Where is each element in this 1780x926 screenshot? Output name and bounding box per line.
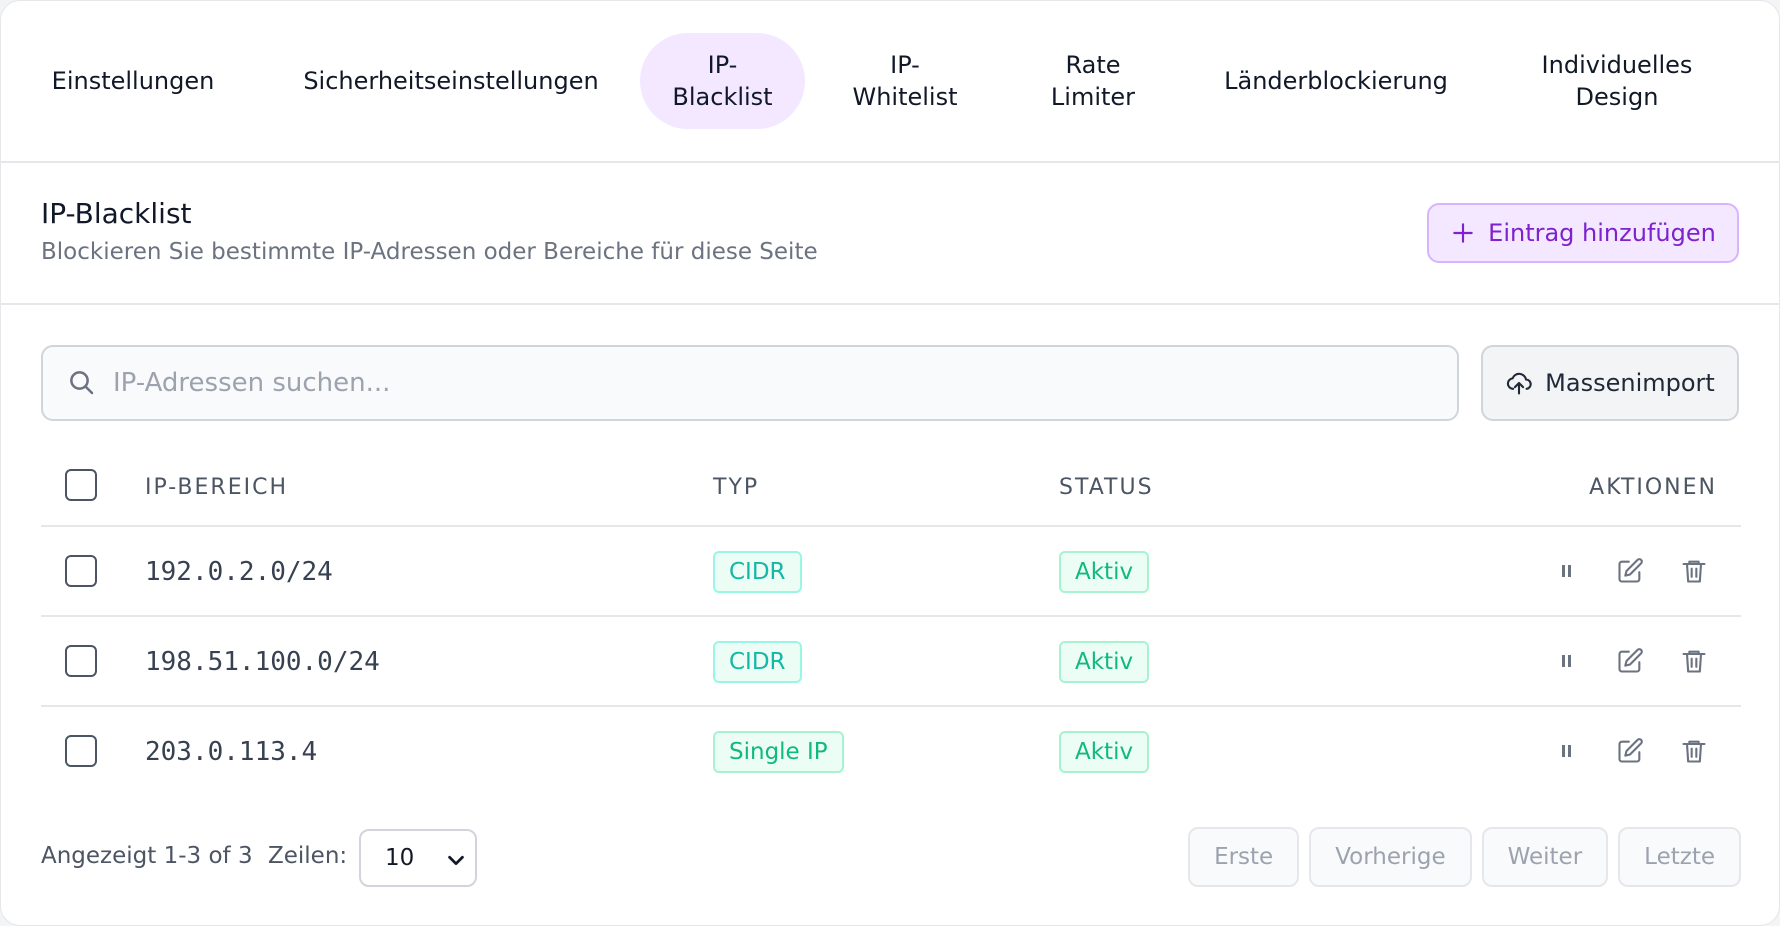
tab-laenderblockierung[interactable]: Länderblockierung bbox=[1211, 33, 1461, 129]
bulk-import-label: Massenimport bbox=[1545, 369, 1715, 397]
settings-tabs: Einstellungen Sicherheitseinstellungen I… bbox=[1, 1, 1779, 163]
ip-range: 192.0.2.0/24 bbox=[145, 557, 333, 587]
table-footer: Angezeigt 1-3 of 3 Zeilen: 10 Erste Vorh… bbox=[41, 827, 1741, 887]
chevron-down-icon bbox=[448, 855, 464, 866]
row-checkbox[interactable] bbox=[65, 555, 97, 587]
select-all-checkbox[interactable] bbox=[65, 469, 97, 501]
tab-label-line2: Whitelist bbox=[852, 83, 958, 111]
section-header: IP-Blacklist Blockieren Sie bestimmte IP… bbox=[1, 163, 1779, 305]
ip-table: IP-BEREICH TYP STATUS AKTIONEN 192.0.2.0… bbox=[41, 441, 1741, 797]
first-page-button[interactable]: Erste bbox=[1188, 827, 1300, 887]
tab-label: IP- Blacklist bbox=[672, 49, 772, 113]
row-checkbox[interactable] bbox=[65, 645, 97, 677]
tab-label-line1: Individuelles bbox=[1541, 51, 1693, 79]
tab-label-line1: IP- bbox=[707, 51, 738, 79]
status-badge: Aktiv bbox=[1059, 551, 1150, 593]
type-badge: Single IP bbox=[713, 731, 844, 773]
tab-label-line1: Rate bbox=[1065, 51, 1121, 79]
trash-icon bbox=[1682, 740, 1706, 763]
table-row: 198.51.100.0/24 CIDR Aktiv bbox=[41, 617, 1741, 707]
column-ip-range: IP-BEREICH bbox=[145, 475, 288, 500]
tab-label: Individuelles Design bbox=[1542, 49, 1693, 113]
type-badge: CIDR bbox=[713, 641, 802, 683]
delete-button[interactable] bbox=[1675, 729, 1713, 773]
row-actions bbox=[1547, 639, 1713, 683]
tab-ip-blacklist[interactable]: IP- Blacklist bbox=[640, 33, 805, 129]
rows-per-page-value: 10 bbox=[385, 845, 415, 871]
delete-button[interactable] bbox=[1675, 549, 1713, 593]
results-count: Angezeigt 1-3 of 3 bbox=[41, 843, 253, 869]
edit-button[interactable] bbox=[1611, 549, 1649, 593]
status-badge: Aktiv bbox=[1059, 731, 1150, 773]
table-row: 192.0.2.0/24 CIDR Aktiv bbox=[41, 527, 1741, 617]
tab-label-line2: Blacklist bbox=[672, 83, 773, 111]
tab-rate-limiter[interactable]: Rate Limiter bbox=[1031, 33, 1155, 129]
tab-sicherheitseinstellungen[interactable]: Sicherheitseinstellungen bbox=[295, 33, 607, 129]
tab-label-line1: IP- bbox=[890, 51, 920, 79]
pause-icon bbox=[1561, 655, 1571, 667]
type-badge: CIDR bbox=[713, 551, 802, 593]
rows-per-page-label: Zeilen: bbox=[268, 843, 348, 869]
bulk-import-button[interactable]: Massenimport bbox=[1481, 345, 1739, 421]
tab-label: Länderblockierung bbox=[1224, 67, 1448, 95]
edit-icon bbox=[1618, 648, 1643, 673]
table-row: 203.0.113.4 Single IP Aktiv bbox=[41, 707, 1741, 797]
tab-ip-whitelist[interactable]: IP- Whitelist bbox=[833, 33, 977, 129]
tab-einstellungen[interactable]: Einstellungen bbox=[51, 33, 215, 129]
pause-button[interactable] bbox=[1547, 549, 1585, 593]
upload-cloud-icon bbox=[1507, 372, 1532, 395]
search-input[interactable] bbox=[113, 368, 1413, 398]
add-entry-button[interactable]: Eintrag hinzufügen bbox=[1427, 203, 1739, 263]
search-icon bbox=[70, 371, 94, 395]
plus-icon bbox=[1453, 223, 1473, 243]
delete-button[interactable] bbox=[1675, 639, 1713, 683]
pause-icon bbox=[1561, 745, 1571, 757]
ip-range: 203.0.113.4 bbox=[145, 737, 318, 767]
page-title: IP-Blacklist bbox=[41, 197, 192, 230]
previous-page-button[interactable]: Vorherige bbox=[1309, 827, 1472, 887]
ip-blacklist-panel: Einstellungen Sicherheitseinstellungen I… bbox=[0, 0, 1780, 926]
edit-button[interactable] bbox=[1611, 639, 1649, 683]
row-actions bbox=[1547, 549, 1713, 593]
column-status: STATUS bbox=[1059, 475, 1154, 500]
row-actions bbox=[1547, 729, 1713, 773]
row-checkbox[interactable] bbox=[65, 735, 97, 767]
last-page-button[interactable]: Letzte bbox=[1618, 827, 1741, 887]
trash-icon bbox=[1682, 650, 1706, 673]
ip-range: 198.51.100.0/24 bbox=[145, 647, 380, 677]
pause-button[interactable] bbox=[1547, 639, 1585, 683]
tab-label: Rate Limiter bbox=[1051, 49, 1135, 113]
search-box bbox=[41, 345, 1459, 421]
tab-label-line2: Limiter bbox=[1050, 83, 1136, 111]
add-entry-label: Eintrag hinzufügen bbox=[1488, 219, 1716, 247]
edit-icon bbox=[1618, 558, 1643, 583]
table-header: IP-BEREICH TYP STATUS AKTIONEN bbox=[41, 441, 1741, 527]
next-page-button[interactable]: Weiter bbox=[1481, 827, 1609, 887]
pagination: Erste Vorherige Weiter Letzte bbox=[1188, 827, 1741, 887]
tab-individuelles-design[interactable]: Individuelles Design bbox=[1521, 33, 1713, 129]
rows-per-page-select[interactable]: 10 bbox=[359, 829, 477, 887]
trash-icon bbox=[1682, 560, 1706, 583]
edit-button[interactable] bbox=[1611, 729, 1649, 773]
edit-icon bbox=[1618, 738, 1643, 763]
tab-label-line2: Design bbox=[1575, 83, 1659, 111]
page-subtitle: Blockieren Sie bestimmte IP-Adressen ode… bbox=[41, 239, 818, 265]
tab-label: Sicherheitseinstellungen bbox=[303, 67, 599, 95]
status-badge: Aktiv bbox=[1059, 641, 1150, 683]
column-type: TYP bbox=[713, 475, 760, 500]
tab-label: Einstellungen bbox=[51, 67, 215, 95]
pause-icon bbox=[1561, 565, 1571, 577]
pause-button[interactable] bbox=[1547, 729, 1585, 773]
column-actions: AKTIONEN bbox=[1589, 475, 1717, 500]
tab-label: IP- Whitelist bbox=[852, 49, 957, 113]
